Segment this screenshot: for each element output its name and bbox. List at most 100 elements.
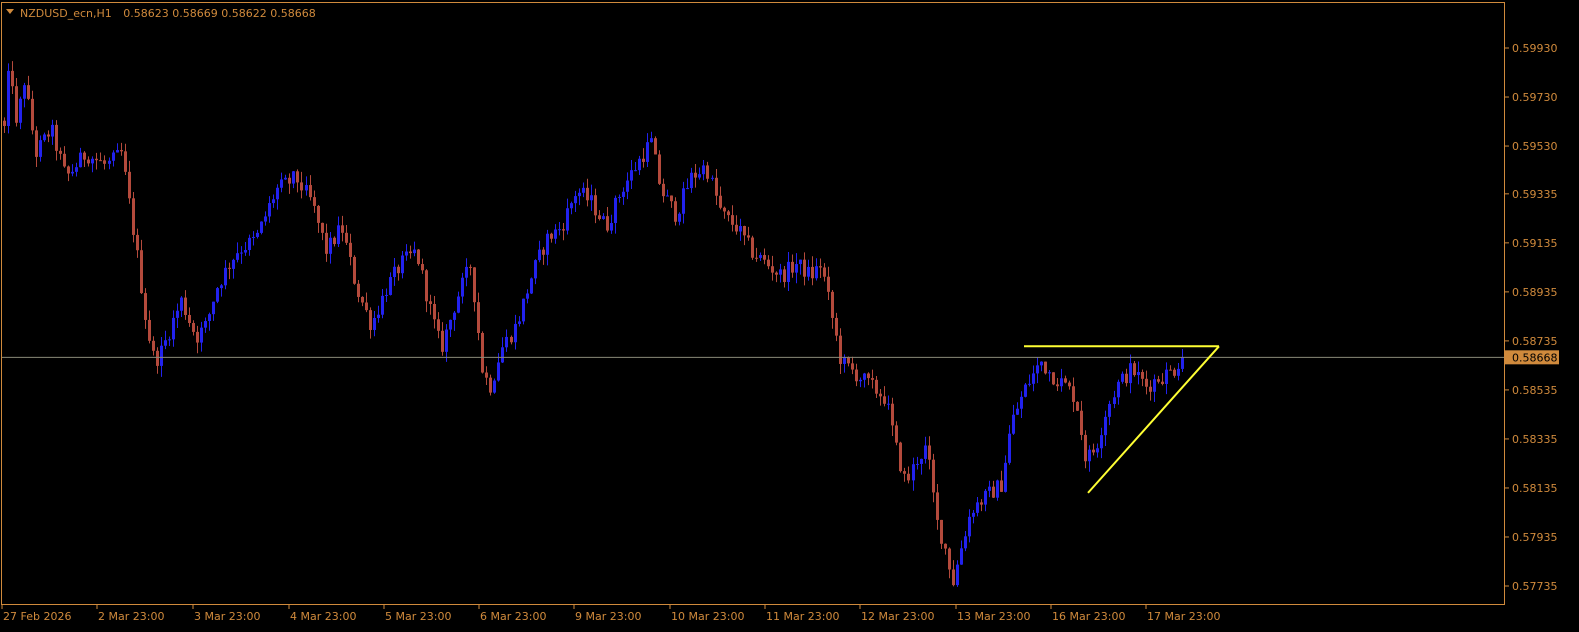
- candle-body: [292, 171, 295, 184]
- candle-body: [313, 197, 316, 206]
- candle-body: [787, 261, 790, 282]
- candle-body: [843, 357, 846, 364]
- x-tick-label: 2 Mar 23:00: [98, 610, 164, 623]
- candle-body: [883, 396, 886, 404]
- candle-body: [87, 159, 90, 164]
- candle-body: [27, 85, 30, 99]
- candle-body: [823, 267, 826, 277]
- candle-body: [280, 179, 283, 188]
- candle-body: [59, 150, 62, 154]
- candle-body: [317, 205, 320, 223]
- candle-body: [168, 339, 171, 341]
- candle-body: [590, 195, 593, 201]
- candle-body: [373, 317, 376, 330]
- candle-body: [895, 425, 898, 443]
- y-tick-label: 0.58135: [1512, 482, 1558, 495]
- candle-body: [288, 177, 291, 184]
- candle-body: [309, 185, 312, 198]
- candle-body: [928, 445, 931, 460]
- candle-body: [984, 490, 987, 505]
- candle-body: [1113, 397, 1116, 404]
- x-tick-label: 3 Mar 23:00: [194, 610, 260, 623]
- candle-body: [1133, 363, 1136, 376]
- candle-body: [976, 502, 979, 513]
- chart[interactable]: 0.59930 0.59730 0.59530 0.59335 0.59135 0.589…: [0, 0, 1579, 632]
- candle-body: [586, 187, 589, 201]
- candle-body: [839, 335, 842, 364]
- candle-body: [3, 120, 6, 126]
- candle-body: [1141, 372, 1144, 379]
- candle-body: [7, 70, 10, 126]
- candle-body: [341, 225, 344, 233]
- candle-body: [469, 266, 472, 268]
- candle-body: [546, 233, 549, 255]
- candle-body: [783, 269, 786, 282]
- candle-body: [735, 224, 738, 232]
- candle-body: [192, 322, 195, 332]
- candle-body: [1064, 378, 1067, 383]
- candle-body: [1008, 433, 1011, 463]
- candle-body: [493, 380, 496, 393]
- candle-body: [634, 170, 637, 172]
- candle-body: [779, 269, 782, 275]
- candle-body: [421, 264, 424, 271]
- candle-body: [276, 187, 279, 200]
- candle-body: [1004, 462, 1007, 492]
- candle-body: [831, 291, 834, 318]
- candle-body: [719, 195, 722, 208]
- candle-body: [650, 138, 653, 143]
- candle-body: [501, 347, 504, 363]
- candle-body: [916, 463, 919, 465]
- candle-body: [236, 253, 239, 260]
- candle-body: [325, 232, 328, 254]
- candle-body: [1121, 373, 1124, 382]
- candle-body: [1096, 448, 1099, 453]
- candle-body: [952, 569, 955, 586]
- candle-body: [859, 379, 862, 382]
- x-tick-label: 27 Feb 2026: [3, 610, 71, 623]
- candle-body: [863, 373, 866, 380]
- candle-body: [196, 331, 199, 343]
- candle-body: [19, 98, 22, 123]
- candle-body: [103, 160, 106, 164]
- candle-body: [956, 564, 959, 586]
- candle-body: [489, 377, 492, 393]
- candle-body: [413, 249, 416, 254]
- candle-body: [522, 298, 525, 322]
- candle-body: [566, 208, 569, 231]
- candle-body: [694, 172, 697, 178]
- candle-body: [176, 310, 179, 318]
- candle-body: [417, 249, 420, 265]
- candle-body: [244, 250, 247, 253]
- candle-body: [132, 198, 135, 235]
- candle-body: [1177, 368, 1180, 376]
- candle-body: [698, 174, 701, 178]
- candle-body: [220, 285, 223, 289]
- candle-body: [1157, 379, 1160, 382]
- candle-body: [678, 213, 681, 222]
- candle-body: [662, 183, 665, 197]
- chart-background: [0, 0, 1579, 632]
- y-tick-label: 0.58935: [1512, 286, 1558, 299]
- candle-body: [99, 160, 102, 162]
- candle-body: [481, 333, 484, 373]
- x-tick-label: 10 Mar 23:00: [671, 610, 744, 623]
- candle-body: [1117, 381, 1120, 398]
- y-tick-label: 0.59530: [1512, 140, 1558, 153]
- candle-body: [200, 327, 203, 343]
- price-label-text: 0.58668: [1512, 351, 1558, 364]
- candle-body: [771, 266, 774, 273]
- candle-body: [1036, 365, 1039, 374]
- candle-body: [1048, 372, 1051, 374]
- candle-body: [920, 458, 923, 464]
- candle-body: [1169, 369, 1172, 371]
- candle-body: [365, 302, 368, 311]
- candle-body: [1137, 372, 1140, 376]
- candle-body: [67, 166, 70, 174]
- candle-body: [510, 336, 513, 343]
- candle-body: [1153, 379, 1156, 392]
- candle-body: [329, 237, 332, 254]
- candle-body: [723, 207, 726, 212]
- candle-body: [116, 150, 119, 153]
- candle-body: [899, 442, 902, 472]
